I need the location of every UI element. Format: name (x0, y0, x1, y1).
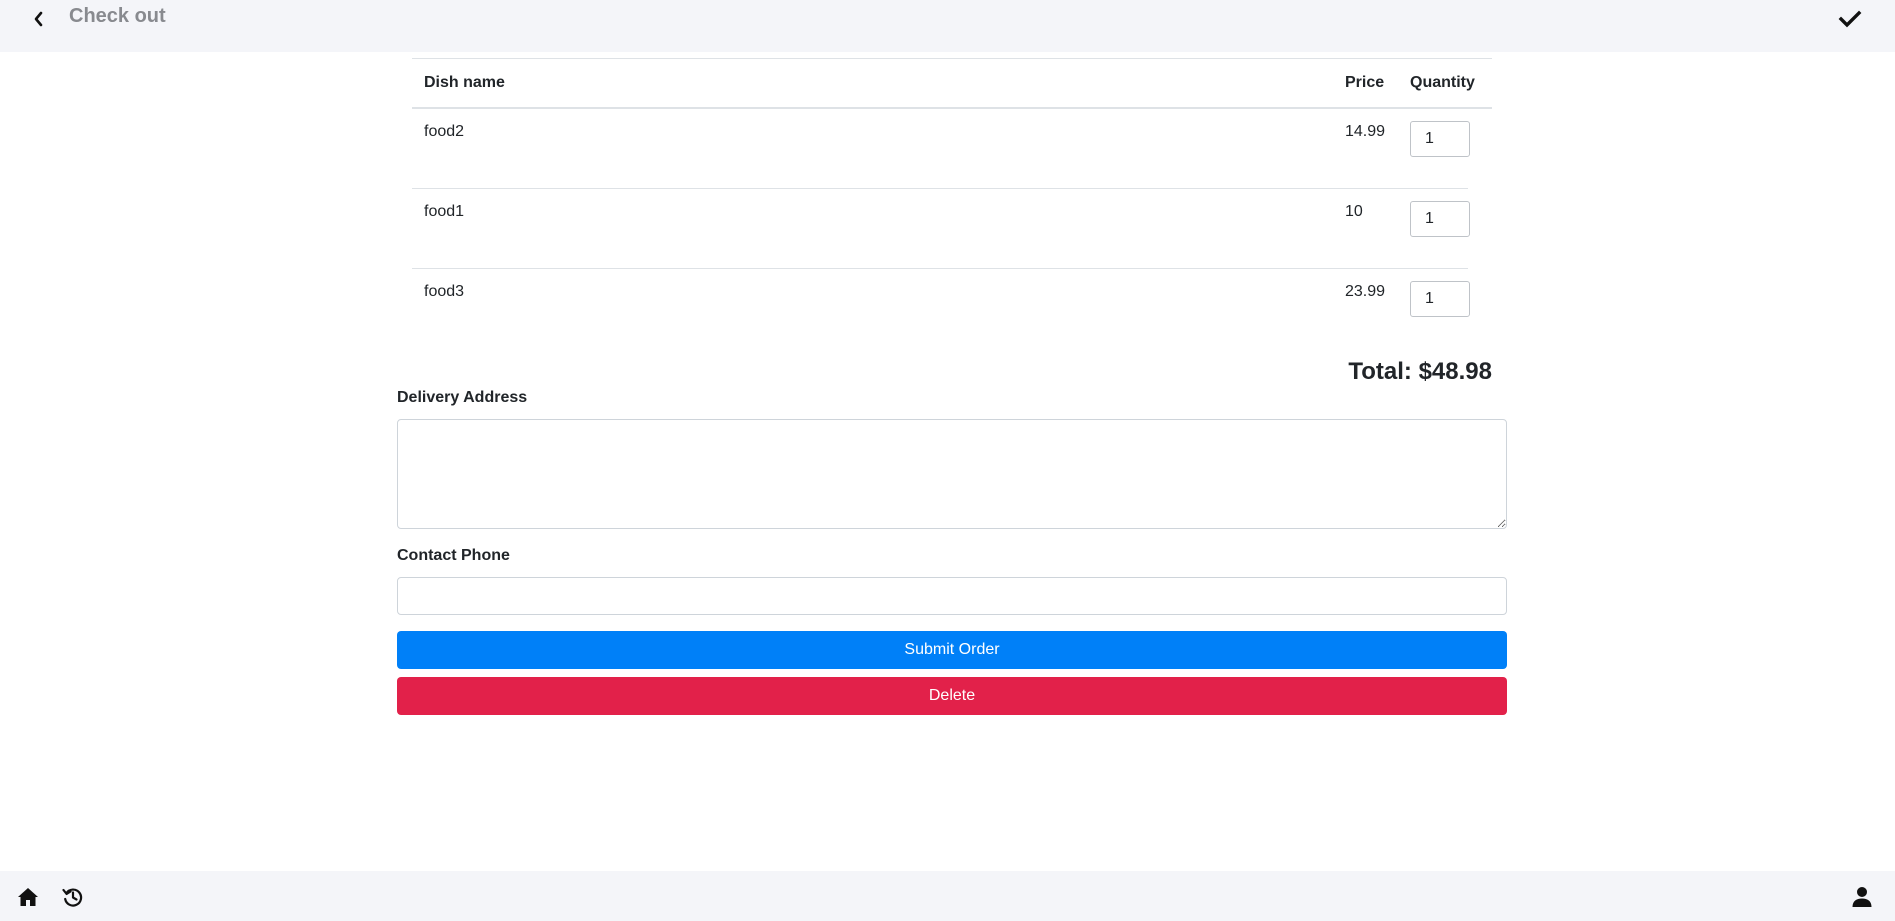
quantity-input[interactable] (1410, 201, 1470, 237)
quantity-input[interactable] (1410, 281, 1470, 317)
profile-button[interactable] (1851, 886, 1873, 908)
contact-phone-label: Contact Phone (397, 547, 510, 564)
history-icon (62, 888, 83, 907)
column-quantity: Quantity (1410, 74, 1475, 91)
dish-price: 14.99 (1345, 123, 1386, 140)
submit-order-button[interactable]: Submit Order (397, 631, 1507, 669)
delivery-address-label: Delivery Address (397, 389, 528, 406)
delivery-address-field[interactable] (397, 419, 1507, 529)
column-dish-name: Dish name (424, 74, 505, 91)
contact-phone-field[interactable] (397, 577, 1507, 615)
checkout-main: Dish name Price Quantity food2 14.99 foo… (397, 52, 1507, 715)
dish-name: food1 (424, 203, 465, 220)
column-price: Price (1345, 74, 1385, 91)
home-icon (18, 888, 38, 906)
order-total: Total: $48.98 (1348, 358, 1492, 385)
top-bar: Check out (0, 0, 1895, 52)
delete-button[interactable]: Delete (397, 677, 1507, 715)
table-header: Dish name Price Quantity (412, 58, 1492, 109)
history-button[interactable] (62, 886, 84, 908)
order-table: Dish name Price Quantity food2 14.99 foo… (412, 58, 1492, 348)
quantity-input[interactable] (1410, 121, 1470, 157)
bottom-nav (0, 871, 1895, 921)
dish-price: 10 (1345, 203, 1363, 220)
dish-name: food3 (424, 283, 465, 300)
table-row: food3 23.99 (412, 269, 1470, 348)
dish-price: 23.99 (1345, 283, 1386, 300)
chevron-left-icon (34, 11, 43, 27)
table-row: food2 14.99 (412, 109, 1470, 189)
confirm-button[interactable] (1837, 8, 1863, 30)
dish-name: food2 (424, 123, 465, 140)
table-row: food1 10 (412, 189, 1470, 269)
back-button[interactable] (28, 4, 50, 28)
page-title: Check out (69, 5, 166, 27)
checkout-app: Check out Dish name Price Quantity food2… (0, 0, 1895, 921)
user-icon (1852, 887, 1872, 907)
home-button[interactable] (17, 886, 39, 908)
check-icon (1838, 10, 1862, 28)
